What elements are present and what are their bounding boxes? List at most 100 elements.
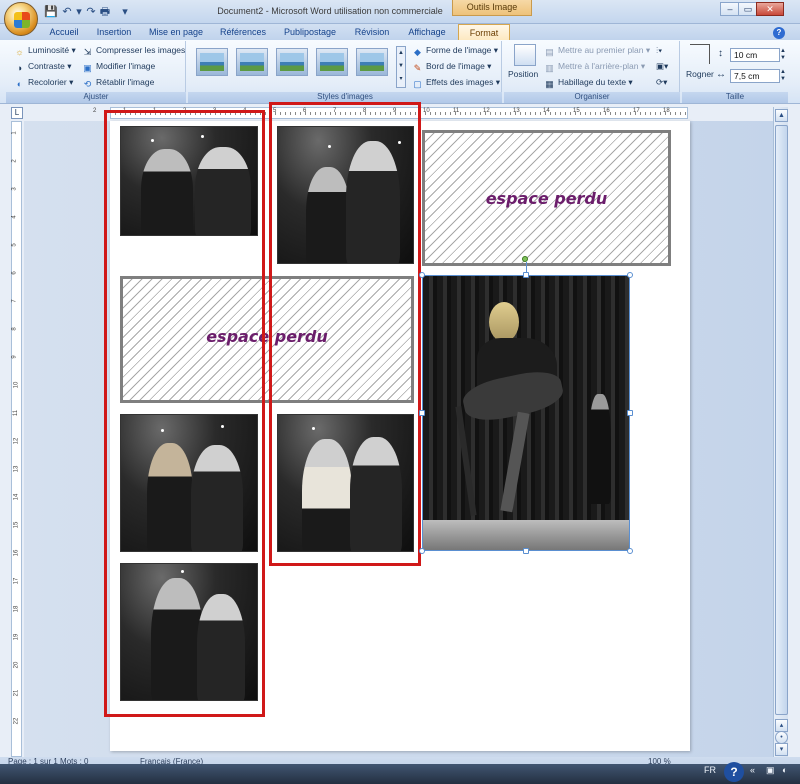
- next-page-button[interactable]: ▾: [775, 743, 788, 756]
- red-outline-left: [104, 110, 265, 717]
- tray-volume-icon[interactable]: ◐: [782, 765, 787, 775]
- tray-network-icon[interactable]: ▣: [766, 765, 775, 776]
- group-objects-icon[interactable]: ▣▾: [656, 59, 668, 73]
- resize-handle[interactable]: [627, 410, 633, 416]
- maximize-button[interactable]: ▭: [738, 2, 758, 16]
- vertical-ruler[interactable]: 1 2 3 4 5 6 7 8 9 10 11 12 13 14 15 16 17 18 19 20 21 22: [11, 121, 22, 757]
- resize-handle[interactable]: [627, 272, 633, 278]
- position-icon[interactable]: [514, 44, 536, 66]
- ruler-tick: [520, 112, 521, 115]
- vertical-scrollbar[interactable]: ▲ ▴ • ▾: [773, 107, 788, 757]
- rotate-handle[interactable]: [522, 256, 528, 262]
- ruler-tick: [440, 112, 441, 115]
- save-icon[interactable]: 💾: [44, 5, 58, 19]
- resize-handle[interactable]: [523, 548, 529, 554]
- print-icon[interactable]: 🖶: [98, 5, 112, 19]
- ruler-number: 14: [543, 108, 550, 114]
- ruler-tick: [590, 112, 591, 115]
- gallery-scroll[interactable]: ▲ ▼ ▾: [396, 46, 406, 88]
- ruler-number: 4: [11, 215, 18, 219]
- scroll-thumb[interactable]: [775, 125, 788, 715]
- align-icon[interactable]: ⫶▾: [656, 43, 662, 57]
- tab-revision[interactable]: Révision: [350, 24, 394, 40]
- minimize-button[interactable]: –: [720, 2, 740, 16]
- luminosite-button[interactable]: ☼ Luminosité ▾: [14, 43, 75, 57]
- ruler-tick: [600, 112, 601, 115]
- ruler-tick: [435, 112, 436, 115]
- resize-handle[interactable]: [419, 548, 425, 554]
- picture-style-thumb[interactable]: [196, 48, 228, 76]
- tab-insertion[interactable]: Insertion: [92, 24, 136, 40]
- ruler-tick: [560, 112, 561, 115]
- compresser-button[interactable]: ⇲ Compresser les images: [82, 43, 186, 57]
- arriere-plan-button[interactable]: ▥ Mettre à l'arrière-plan ▾: [544, 59, 645, 73]
- contraste-button[interactable]: ◑ Contraste ▾: [14, 59, 72, 73]
- premier-plan-button[interactable]: ▤ Mettre au premier plan ▾: [544, 43, 650, 57]
- tab-affichage[interactable]: Affichage: [404, 24, 450, 40]
- redo-icon[interactable]: ↷: [84, 5, 98, 19]
- ruler-number: 12: [483, 108, 490, 114]
- ruler-tick: [495, 112, 496, 115]
- taskbar: [0, 764, 800, 784]
- ruler-number: 1: [11, 131, 18, 135]
- tab-publipostage[interactable]: Publipostage: [280, 24, 340, 40]
- rogner-button[interactable]: Rogner: [686, 67, 714, 81]
- picture-style-thumb[interactable]: [236, 48, 268, 76]
- ruler-number: 11: [13, 409, 20, 417]
- group-label-ajuster: Ajuster: [6, 92, 186, 103]
- modifier-image-button[interactable]: ▣ Modifier l'image: [82, 59, 155, 73]
- ruler-tick: [675, 112, 676, 115]
- picture-style-thumb[interactable]: [276, 48, 308, 76]
- resize-handle[interactable]: [419, 410, 425, 416]
- retablir-image-button[interactable]: ⟲ Rétablir l'image: [82, 75, 155, 89]
- ruler-number: 14: [13, 493, 20, 501]
- ruler-tick: [550, 112, 551, 115]
- group-label-organiser: Organiser: [504, 92, 680, 103]
- tab-references[interactable]: Références: [216, 24, 270, 40]
- tab-format[interactable]: Format: [458, 24, 510, 40]
- resize-handle[interactable]: [419, 272, 425, 278]
- ruler-tick: [615, 112, 616, 115]
- position-button[interactable]: Position: [508, 67, 538, 81]
- ruler-number: 13: [513, 108, 520, 114]
- tray-arrow-icon[interactable]: «: [750, 765, 755, 775]
- ruler-tick: [510, 112, 511, 115]
- customize-qat-icon[interactable]: ▾: [118, 5, 132, 19]
- height-input[interactable]: 10 cm: [730, 48, 780, 62]
- width-input[interactable]: 7,5 cm: [730, 69, 780, 83]
- bord-image-button[interactable]: ✎ Bord de l'image ▾: [412, 59, 492, 73]
- office-button[interactable]: [4, 2, 38, 36]
- height-spinner[interactable]: ▲ ▼: [780, 48, 786, 62]
- ruler-tick: [430, 112, 431, 115]
- recolor-icon: ◐: [16, 79, 23, 89]
- crop-icon[interactable]: [690, 44, 710, 64]
- help-tray-icon[interactable]: ?: [724, 762, 744, 782]
- ruler-tick: [470, 112, 471, 115]
- tab-accueil[interactable]: Accueil: [44, 24, 84, 40]
- ruler-number: 6: [11, 271, 18, 275]
- close-button[interactable]: ✕: [756, 2, 784, 16]
- reset-picture-icon: ⟲: [83, 79, 92, 89]
- help-icon[interactable]: ?: [773, 27, 785, 39]
- selected-photo[interactable]: [422, 275, 630, 551]
- resize-handle[interactable]: [627, 548, 633, 554]
- ruler-number: 22: [13, 717, 20, 725]
- habillage-button[interactable]: ▦ Habillage du texte ▾: [544, 75, 632, 89]
- tray-language[interactable]: FR: [704, 765, 716, 775]
- forme-image-button[interactable]: ◆ Forme de l'image ▾: [412, 43, 498, 57]
- recolorier-button[interactable]: ◐ Recolorier ▾: [14, 75, 74, 89]
- window-title: Document2 - Microsoft Word utilisation n…: [217, 6, 443, 16]
- picture-style-thumb[interactable]: [356, 48, 388, 76]
- tab-selector[interactable]: L: [11, 107, 23, 119]
- rotation-stem: [526, 262, 527, 273]
- scroll-up-button[interactable]: ▲: [775, 109, 788, 122]
- ruler-tick: [625, 112, 626, 115]
- rotate-icon[interactable]: ⟳▾: [656, 75, 667, 89]
- tab-mise-en-page[interactable]: Mise en page: [148, 24, 204, 40]
- width-spinner[interactable]: ▲ ▼: [780, 69, 786, 83]
- wasted-space-box: espace perdu: [422, 130, 671, 266]
- effets-images-button[interactable]: ▢ Effets des images ▾: [412, 75, 500, 89]
- picture-style-thumb[interactable]: [316, 48, 348, 76]
- ruler-tick: [655, 112, 656, 115]
- ruler-tick: [530, 112, 531, 115]
